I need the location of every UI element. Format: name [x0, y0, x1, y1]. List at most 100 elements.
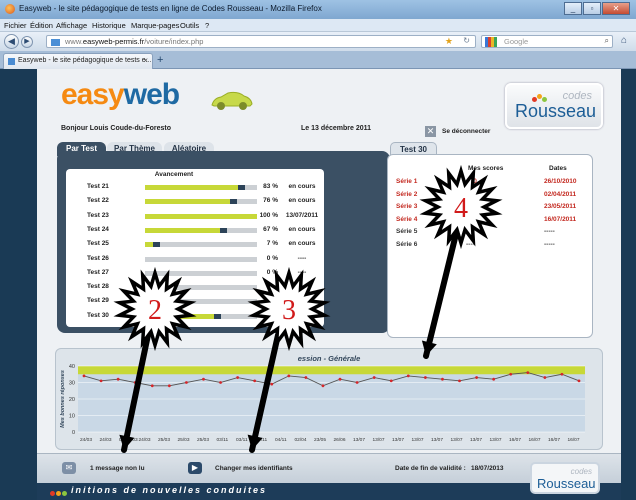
data-point [526, 371, 530, 374]
series-date: ----- [544, 228, 555, 236]
search-box[interactable]: Google ⌕ [481, 35, 613, 48]
footer-rousseau-logo[interactable]: codes Rousseau [530, 462, 600, 494]
data-point [406, 374, 410, 378]
test-status: en cours [288, 225, 316, 233]
y-tick-label: 30 [69, 381, 75, 387]
progress-bar [145, 313, 257, 319]
x-tick-label: 25/03 [197, 437, 209, 443]
test-row[interactable]: Test 27 0 % ---- [66, 268, 324, 278]
test-name: Test 27 [87, 268, 109, 276]
menu-fichier[interactable]: Fichier [4, 21, 27, 30]
test-row[interactable]: Test 30 ours [66, 311, 324, 321]
data-point [475, 376, 478, 379]
test-name: Test 21 [87, 183, 109, 190]
home-icon[interactable]: ⌂ [621, 35, 627, 46]
maximize-button[interactable]: ▫ [583, 2, 601, 15]
x-tick-label: 24/03 [80, 437, 92, 443]
series-score: / 40 [466, 190, 477, 198]
test-row[interactable]: Test 26 0 % ---- [66, 254, 324, 264]
x-tick-label: 03/11 [217, 437, 229, 443]
test-name: Test 26 [87, 254, 109, 262]
series-row[interactable]: Série 6 ---- ----- [396, 241, 591, 251]
series-row[interactable]: Série 5 ---- ----- [396, 228, 591, 238]
new-tab-button[interactable]: + [157, 54, 163, 66]
series-row[interactable]: Série 2 / 40 02/04/2011 [396, 191, 591, 201]
validity-date: 18/07/2013 [471, 465, 504, 472]
test-name: Test 24 [87, 225, 109, 233]
url-prefix: www. [65, 37, 83, 46]
x-tick-label: 04/11 [275, 437, 287, 443]
series-row[interactable]: Série 1 / 40 26/10/2010 [396, 178, 591, 188]
logout-link[interactable]: Se déconnecter [442, 128, 490, 135]
menu-edition[interactable]: Édition [30, 21, 53, 30]
test-row[interactable]: Test 24 67 % en cours [66, 225, 324, 235]
data-point [389, 379, 393, 383]
test-row[interactable]: Test 22 76 % en cours [66, 196, 324, 206]
logo-web: web [123, 78, 180, 111]
x-tick-label: 03/11 [236, 437, 248, 443]
data-point [99, 379, 103, 383]
menu-help[interactable]: ? [205, 21, 209, 30]
x-tick-label: 24/03 [100, 437, 112, 443]
y-tick-label: 20 [69, 397, 75, 403]
data-point [321, 384, 325, 388]
browser-tab[interactable]: Easyweb - le site pédagogique de tests e… [3, 53, 153, 69]
test-status: /2010 [293, 297, 311, 305]
search-icon[interactable]: ⌕ [605, 36, 609, 46]
bookmark-star-icon[interactable]: ★ [445, 36, 453, 47]
x-tick-label: 13/07 [490, 437, 502, 443]
test-status: 13/07/2011 [285, 211, 319, 219]
id-card-icon[interactable]: ▶ [188, 462, 202, 474]
page-viewport: easyweb codes Rousseau Bonjour Louis Cou… [0, 69, 636, 500]
site-identity-icon[interactable] [51, 39, 60, 46]
messages-link[interactable]: 1 message non lu [90, 465, 145, 472]
test-status: en cours [288, 183, 316, 190]
logo-rousseau-text: Rousseau [515, 101, 597, 121]
progress-bar [145, 256, 257, 262]
message-icon[interactable]: ✉ [62, 462, 76, 474]
series-row[interactable]: Série 3 / 40 23/05/2011 [396, 203, 591, 213]
close-window-button[interactable]: ✕ [602, 2, 630, 15]
x-tick-label: 13/07 [412, 437, 424, 443]
progress-bar [145, 299, 257, 305]
progress-bar [145, 242, 257, 248]
progress-bar [145, 185, 257, 190]
test-row[interactable]: Test 21 83 % en cours [66, 182, 324, 192]
menu-outils[interactable]: Outils [180, 21, 199, 30]
url-bar[interactable]: www.easyweb-permis.fr/voiture/index.php … [46, 35, 476, 48]
test-status: ours [294, 311, 310, 319]
forward-button[interactable]: ▶ [21, 36, 33, 48]
x-tick-label: 16/07 [509, 437, 521, 443]
menu-affichage[interactable]: Affichage [56, 21, 87, 30]
easyweb-logo[interactable]: easyweb [61, 78, 180, 111]
tagline-dots-icon [50, 489, 68, 498]
window-controls: _ ▫ ✕ [563, 2, 630, 15]
series-date: 26/10/2010 [544, 178, 577, 185]
test-row[interactable]: Test 23 100 % 13/07/2011 [66, 211, 324, 221]
codes-rousseau-logo[interactable]: codes Rousseau [505, 83, 603, 129]
x-tick-label: 16/07 [529, 437, 541, 443]
test-row[interactable]: Test 28 [66, 282, 324, 292]
progress-header: Avancement [154, 171, 194, 178]
data-point [338, 377, 342, 381]
back-button[interactable]: ◀ [4, 34, 19, 49]
minimize-button[interactable]: _ [564, 2, 582, 15]
data-point [150, 384, 154, 388]
test-row[interactable]: Test 25 7 % en cours [66, 239, 324, 249]
reload-icon[interactable]: ↻ [463, 36, 470, 45]
progress-bar [145, 199, 257, 205]
y-tick-label: 10 [69, 414, 75, 420]
close-tab-icon[interactable]: × [143, 56, 148, 65]
test-name: Test 30 [87, 311, 109, 319]
test-percent: 7 % [266, 240, 278, 248]
menu-marque-pages[interactable]: Marque-pages [131, 21, 179, 30]
x-tick-label: 23/05 [314, 437, 326, 443]
menu-historique[interactable]: Historique [92, 21, 126, 30]
y-axis-label: Mes bonnes réponses [60, 370, 66, 428]
test-row[interactable]: Test 29 /2010 [66, 296, 324, 306]
logout-icon[interactable]: ✕ [425, 126, 436, 137]
series-score: / 40 [466, 178, 477, 185]
window-titlebar: Easyweb - le site pédagogique de tests e… [0, 0, 636, 19]
change-ids-link[interactable]: Changer mes identifiants [215, 465, 293, 472]
series-row[interactable]: Série 4 / 40 16/07/2011 [396, 216, 591, 226]
